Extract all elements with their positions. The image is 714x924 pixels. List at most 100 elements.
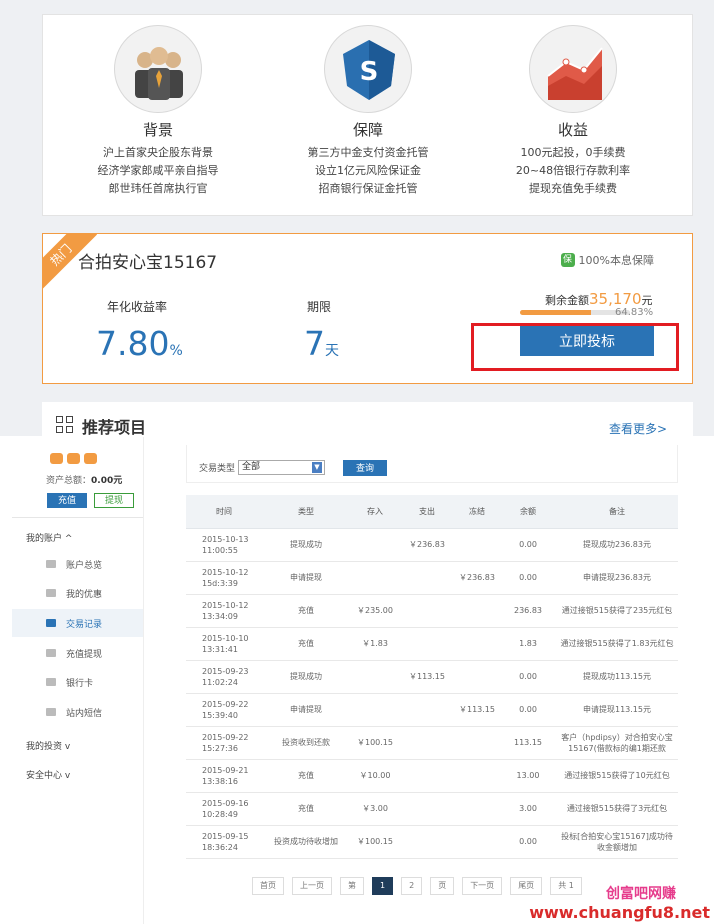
table-header-row: 时间 类型 存入 支出 冻结 余额 备注 [186, 495, 678, 529]
table-cell: 充值 [262, 627, 350, 661]
column-header: 冻结 [454, 495, 500, 529]
table-cell: 提现成功113.15元 [556, 660, 678, 694]
watermark-text: 创富吧网赚 [606, 886, 676, 902]
menu-my-account[interactable]: 我的账户 ^ [26, 531, 72, 544]
exchange-icon [46, 619, 56, 627]
growth-chart-icon [529, 25, 617, 113]
table-cell: 充值 [262, 594, 350, 628]
assets-total: 资产总额：0.00元 [46, 476, 123, 486]
table-row: 2015-10-10 13:31:41 充值 ￥1.83 1.83 通过接银515获得了… [186, 627, 678, 661]
table-cell [400, 693, 454, 727]
table-cell: 0.00 [500, 561, 556, 595]
table-cell [400, 594, 454, 628]
menu-item-recharge[interactable]: 充值提现 [12, 639, 143, 667]
transactions-table: 时间 类型 存入 支出 冻结 余额 备注 2015-10-13 11:00:55 提现成功 ￥2… [186, 495, 678, 859]
pager-item[interactable]: 首页 [252, 877, 284, 895]
table-cell [454, 792, 500, 826]
table-cell [454, 825, 500, 859]
feature-description: 100元起投，0手续费 20~48倍银行存款利率 提现充值免手续费 [515, 146, 631, 195]
table-cell [350, 528, 400, 562]
table-cell: 投资成功待收增加 [262, 825, 350, 859]
progress-bar [520, 310, 630, 315]
table-cell: 申请提现 [262, 693, 350, 727]
table-cell: 通过接银515获得了235元红包 [556, 594, 678, 628]
table-cell: 113.15 [500, 726, 556, 760]
remaining-amount: 剩余金额35,170元 [545, 290, 653, 308]
table-cell: ￥100.15 [350, 825, 400, 859]
menu-item-coupons[interactable]: 我的优惠 [12, 579, 143, 607]
account-sidebar: 资产总额：0.00元 充值 提现 我的账户 ^ 账户总览 我的优惠 交易记录 充… [12, 437, 144, 924]
table-row: 2015-09-15 18:36:24 投资成功待收增加 ￥100.15 0.00 投标… [186, 825, 678, 859]
table-cell: 2015-09-23 11:02:24 [186, 660, 262, 694]
table-cell: ￥113.15 [454, 693, 500, 727]
table-cell [400, 792, 454, 826]
pager-item[interactable]: 页 [430, 877, 455, 895]
product-name[interactable]: 合拍安心宝15167 [78, 248, 217, 273]
term-label: 期限 [307, 300, 332, 314]
table-cell: 2015-09-15 18:36:24 [186, 825, 262, 859]
view-more-link[interactable]: 查看更多> [609, 420, 667, 437]
table-cell: 投资收到还款 [262, 726, 350, 760]
yen-icon [46, 649, 56, 657]
bottom-screenshot: 资产总额：0.00元 充值 提现 我的账户 ^ 账户总览 我的优惠 交易记录 充… [0, 437, 714, 924]
withdraw-button[interactable]: 提现 [94, 493, 134, 508]
table-cell: 2015-10-12 13:34:09 [186, 594, 262, 628]
table-cell: ￥100.15 [350, 726, 400, 760]
table-cell: 通过接银515获得了1.83元红包 [556, 627, 678, 661]
guarantee-shield-icon: 保 [560, 253, 575, 267]
table-cell [400, 825, 454, 859]
menu-security[interactable]: 安全中心 v [26, 768, 70, 781]
table-cell: ￥1.83 [350, 627, 400, 661]
term-value: 7天 [304, 324, 339, 363]
status-icons [50, 453, 97, 464]
table-cell [400, 759, 454, 793]
table-cell: 2015-09-16 10:28:49 [186, 792, 262, 826]
rate-value: 7.80% [96, 324, 183, 363]
column-header: 存入 [350, 495, 400, 529]
table-cell: ￥236.83 [400, 528, 454, 562]
table-cell: 3.00 [500, 792, 556, 826]
table-cell: 充值 [262, 792, 350, 826]
status-icon-2 [67, 453, 80, 464]
table-cell [454, 726, 500, 760]
chevron-down-icon: ▼ [312, 462, 322, 473]
watermark-url: www.chuangfu8.net [529, 903, 710, 922]
table-cell: 2015-10-12 15d:3:39 [186, 561, 262, 595]
rate-label: 年化收益率 [107, 300, 168, 314]
shield-s-icon: S [324, 25, 412, 113]
table-cell: ￥113.15 [400, 660, 454, 694]
menu-my-invest[interactable]: 我的投资 v [26, 739, 70, 752]
filter-label: 交易类型 [199, 464, 236, 474]
table-cell [350, 660, 400, 694]
table-cell: ￥236.83 [454, 561, 500, 595]
pager-item[interactable]: 第 [340, 877, 364, 895]
mail-icon [46, 708, 56, 716]
feature-guarantee: S 保障 第三方中金支付资金托管 设立1亿元风险保证金 招商银行保证金托管 [268, 25, 468, 198]
table-cell: 0.00 [500, 660, 556, 694]
table-cell: ￥3.00 [350, 792, 400, 826]
menu-item-overview[interactable]: 账户总览 [12, 550, 143, 578]
pager-item[interactable]: 下一页 [462, 877, 503, 895]
pager-item[interactable]: 2 [401, 877, 423, 895]
table-cell [400, 627, 454, 661]
menu-item-transactions[interactable]: 交易记录 [12, 609, 143, 637]
pager-item[interactable]: 上一页 [292, 877, 332, 895]
table-cell: 申请提现236.83元 [556, 561, 678, 595]
table-cell: 2015-10-10 13:31:41 [186, 627, 262, 661]
menu-item-bank-card[interactable]: 银行卡 [12, 668, 143, 696]
user-icon [46, 560, 56, 568]
menu-item-messages[interactable]: 站内短信 [12, 698, 143, 726]
recharge-button[interactable]: 充值 [47, 493, 87, 508]
table-cell [454, 528, 500, 562]
table-row: 2015-09-16 10:28:49 充值 ￥3.00 3.00 通过接银515获得了… [186, 792, 678, 826]
table-cell: ￥10.00 [350, 759, 400, 793]
table-cell: 2015-09-22 15:27:36 [186, 726, 262, 760]
transaction-type-select[interactable]: 全部 ▼ [238, 460, 325, 475]
pager-item[interactable]: 1 [372, 877, 394, 895]
query-button[interactable]: 查询 [343, 460, 387, 476]
coupon-icon [46, 589, 56, 597]
column-header: 类型 [262, 495, 350, 529]
guarantee-label: 保 100%本息保障 [560, 252, 654, 268]
table-row: 2015-09-22 15:39:40 申请提现 ￥113.15 0.00 申请提现11… [186, 693, 678, 727]
table-row: 2015-10-12 15d:3:39 申请提现 ￥236.83 0.00 申请提现23… [186, 561, 678, 595]
